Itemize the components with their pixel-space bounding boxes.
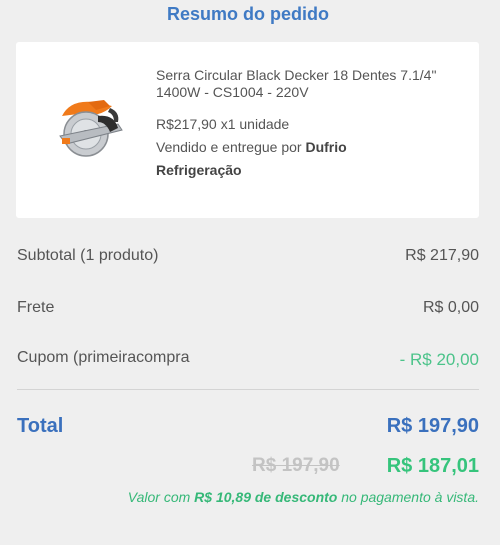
old-price: R$ 197,90 [252, 455, 340, 476]
product-card: Serra Circular Black Decker 18 Dentes 7.… [16, 42, 479, 218]
subtotal-label: Subtotal (1 produto) [17, 247, 159, 264]
coupon-value: - R$ 20,00 [399, 350, 479, 369]
shipping-value: R$ 0,00 [422, 299, 479, 316]
shipping-label: Frete [17, 299, 55, 316]
quantity: x1 unidade [220, 116, 290, 132]
discounted-price: R$ 187,01 [386, 455, 479, 477]
discount-note-prefix: Valor com [127, 489, 191, 505]
order-summary-title: Resumo do pedido [167, 4, 329, 24]
summary-divider [17, 389, 479, 390]
seller-prefix: Vendido e entregue por [156, 139, 302, 155]
circular-saw-image [59, 100, 123, 157]
coupon-label: Cupom (primeiracompra [17, 349, 190, 366]
total-value: R$ 197,90 [386, 415, 479, 437]
seller-info: Vendido e entregue por Dufrio Refrigeraç… [156, 136, 406, 182]
product-price: R$217,90 x1 unidade [156, 116, 289, 132]
subtotal-value: R$ 217,90 [405, 247, 479, 264]
discount-note-suffix: no pagamento à vista. [341, 489, 479, 505]
discount-amount: R$ 10,89 de desconto [194, 489, 338, 505]
discount-note: Valor com R$ 10,89 de desconto no pagame… [128, 489, 479, 505]
total-label: Total [17, 415, 64, 437]
product-name[interactable]: Serra Circular Black Decker 18 Dentes 7.… [156, 67, 456, 101]
unit-price: R$217,90 [156, 116, 217, 132]
